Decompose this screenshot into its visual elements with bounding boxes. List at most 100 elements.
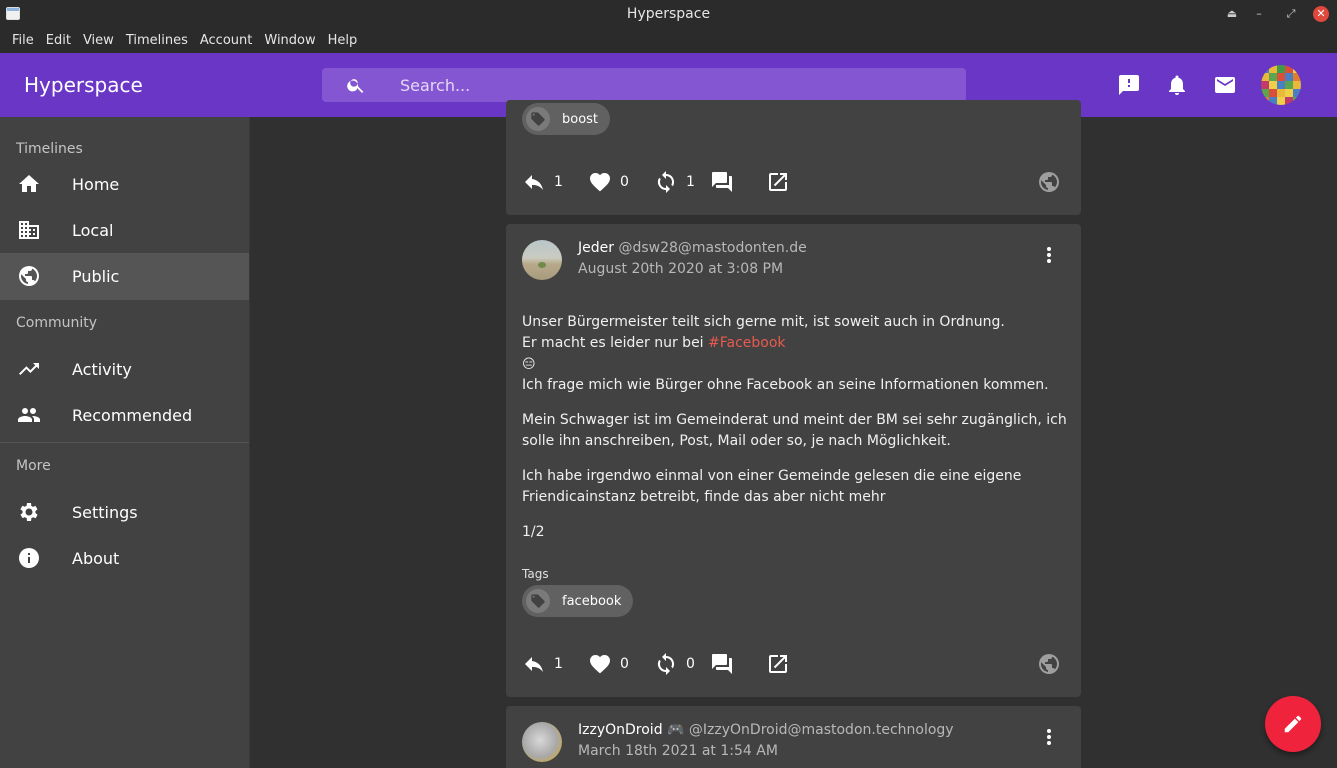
boost-icon[interactable]: [654, 652, 678, 676]
mail-icon[interactable]: [1213, 73, 1237, 97]
search-input[interactable]: [400, 68, 940, 102]
visibility-globe-icon: [1039, 654, 1059, 674]
sidebar-item-public[interactable]: Public: [0, 253, 249, 299]
post-date[interactable]: August 20th 2020 at 3:08 PM: [578, 261, 783, 277]
post-actions: 1 0 1: [522, 168, 790, 196]
more-vert-icon[interactable]: [1037, 725, 1061, 749]
search-icon: [347, 79, 364, 93]
minimize-icon[interactable]: –: [1251, 6, 1267, 22]
sidebar-item-local[interactable]: Local: [0, 207, 249, 253]
tag-icon: [526, 589, 550, 613]
thread-icon[interactable]: [710, 652, 734, 676]
compose-button[interactable]: [1265, 696, 1321, 752]
menubar: File Edit View Timelines Account Window …: [0, 28, 1337, 53]
menu-timelines[interactable]: Timelines: [120, 33, 194, 48]
post-date[interactable]: March 18th 2021 at 1:54 AM: [578, 743, 778, 759]
menu-file[interactable]: File: [6, 33, 40, 48]
heart-icon[interactable]: [588, 170, 612, 194]
author-name[interactable]: Jeder: [578, 240, 614, 256]
post-card: IzzyOnDroid 🎮 @IzzyOnDroid@mastodon.tech…: [506, 706, 1081, 768]
search-box[interactable]: [322, 68, 966, 102]
reply-icon[interactable]: [522, 170, 546, 194]
reply-icon[interactable]: [522, 652, 546, 676]
menu-window[interactable]: Window: [258, 33, 321, 48]
open-external-icon[interactable]: [766, 652, 790, 676]
globe-icon: [19, 266, 39, 286]
sidebar-item-home[interactable]: Home: [0, 161, 249, 207]
tags-label: Tags: [522, 567, 549, 581]
menu-view[interactable]: View: [77, 33, 120, 48]
post-body-line: Unser Bürgermeister teilt sich gerne mit…: [522, 314, 1005, 330]
sidebar-item-settings[interactable]: Settings: [0, 489, 249, 535]
post-author-line: IzzyOnDroid 🎮 @IzzyOnDroid@mastodon.tech…: [578, 722, 954, 738]
sidebar-item-label: Local: [72, 220, 114, 240]
sidebar-item-label: Settings: [72, 502, 138, 522]
reply-count: 1: [554, 656, 563, 672]
thread-icon[interactable]: [710, 170, 734, 194]
hashtag-link[interactable]: #Facebook: [708, 335, 786, 351]
sidebar-section-more: More: [16, 458, 51, 474]
sidebar-item-activity[interactable]: Activity: [0, 346, 249, 392]
post-body-line: Ich frage mich wie Bürger ohne Facebook …: [522, 377, 1049, 393]
maximize-icon[interactable]: ⤢: [1283, 6, 1299, 22]
favourite-count: 0: [620, 174, 629, 190]
menu-help[interactable]: Help: [322, 33, 364, 48]
home-icon: [19, 175, 39, 192]
tag-icon: [526, 107, 550, 131]
sidebar-item-label: Public: [72, 266, 120, 286]
tag-chip[interactable]: boost: [522, 103, 611, 135]
emoji: 😑: [522, 357, 536, 372]
menu-edit[interactable]: Edit: [40, 33, 77, 48]
gear-icon: [20, 503, 38, 521]
account-avatar[interactable]: [1261, 65, 1301, 105]
avatar[interactable]: [522, 240, 562, 280]
tag-chip-label: facebook: [562, 593, 622, 609]
tag-chip-label: boost: [562, 111, 599, 127]
author-handle: @dsw28@mastodonten.de: [618, 240, 807, 256]
pencil-icon: [1284, 715, 1302, 733]
post-author-line: Jeder @dsw28@mastodonten.de: [578, 240, 807, 256]
app-brand[interactable]: Hyperspace: [24, 73, 143, 97]
sidebar: Timelines Home Local Public Community Ac…: [0, 117, 250, 768]
post-actions: 1 0 0: [522, 650, 790, 678]
building-icon: [19, 221, 39, 239]
bell-icon[interactable]: [1165, 73, 1189, 97]
close-icon[interactable]: ✕: [1313, 6, 1329, 22]
post-body-line: Er macht es leider nur bei: [522, 335, 709, 351]
report-icon[interactable]: [1117, 73, 1141, 97]
tag-chip[interactable]: facebook: [522, 585, 634, 617]
sidebar-item-label: Home: [72, 174, 120, 194]
boost-icon[interactable]: [654, 170, 678, 194]
sidebar-item-about[interactable]: About: [0, 535, 249, 581]
avatar[interactable]: [522, 722, 562, 762]
open-external-icon[interactable]: [766, 170, 790, 194]
keep-above-icon[interactable]: ⏏: [1224, 6, 1240, 22]
heart-icon[interactable]: [588, 652, 612, 676]
sidebar-item-label: Recommended: [72, 405, 193, 425]
author-name[interactable]: IzzyOnDroid 🎮: [578, 722, 684, 738]
sidebar-item-label: About: [72, 548, 120, 568]
author-handle: @IzzyOnDroid@mastodon.technology: [688, 722, 954, 738]
post-body: Unser Bürgermeister teilt sich gerne mit…: [522, 312, 1067, 557]
post-body-paragraph: 1/2: [522, 524, 545, 540]
menu-account[interactable]: Account: [194, 33, 259, 48]
favourite-count: 0: [620, 656, 629, 672]
post-body-paragraph: Mein Schwager ist im Gemeinderat und mei…: [522, 412, 1067, 449]
reply-count: 1: [554, 174, 563, 190]
sidebar-item-recommended[interactable]: Recommended: [0, 392, 249, 438]
more-vert-icon[interactable]: [1037, 243, 1061, 267]
boost-count: 1: [686, 174, 695, 190]
trending-icon: [19, 363, 39, 375]
post-body-paragraph: Ich habe irgendwo einmal von einer Gemei…: [522, 468, 1022, 505]
sidebar-section-timelines: Timelines: [16, 141, 83, 157]
info-icon: [19, 548, 39, 568]
window-title: Hyperspace: [626, 6, 711, 22]
post-card: boost 1 0 1: [506, 100, 1081, 215]
people-icon: [18, 408, 40, 422]
window-titlebar: Hyperspace ⏏ – ⤢ ✕: [0, 0, 1337, 28]
app-window-icon: [6, 7, 20, 20]
post-card: Jeder @dsw28@mastodonten.de August 20th …: [506, 224, 1081, 697]
sidebar-item-label: Activity: [72, 359, 132, 379]
sidebar-section-community: Community: [16, 315, 98, 331]
boost-count: 0: [686, 656, 695, 672]
